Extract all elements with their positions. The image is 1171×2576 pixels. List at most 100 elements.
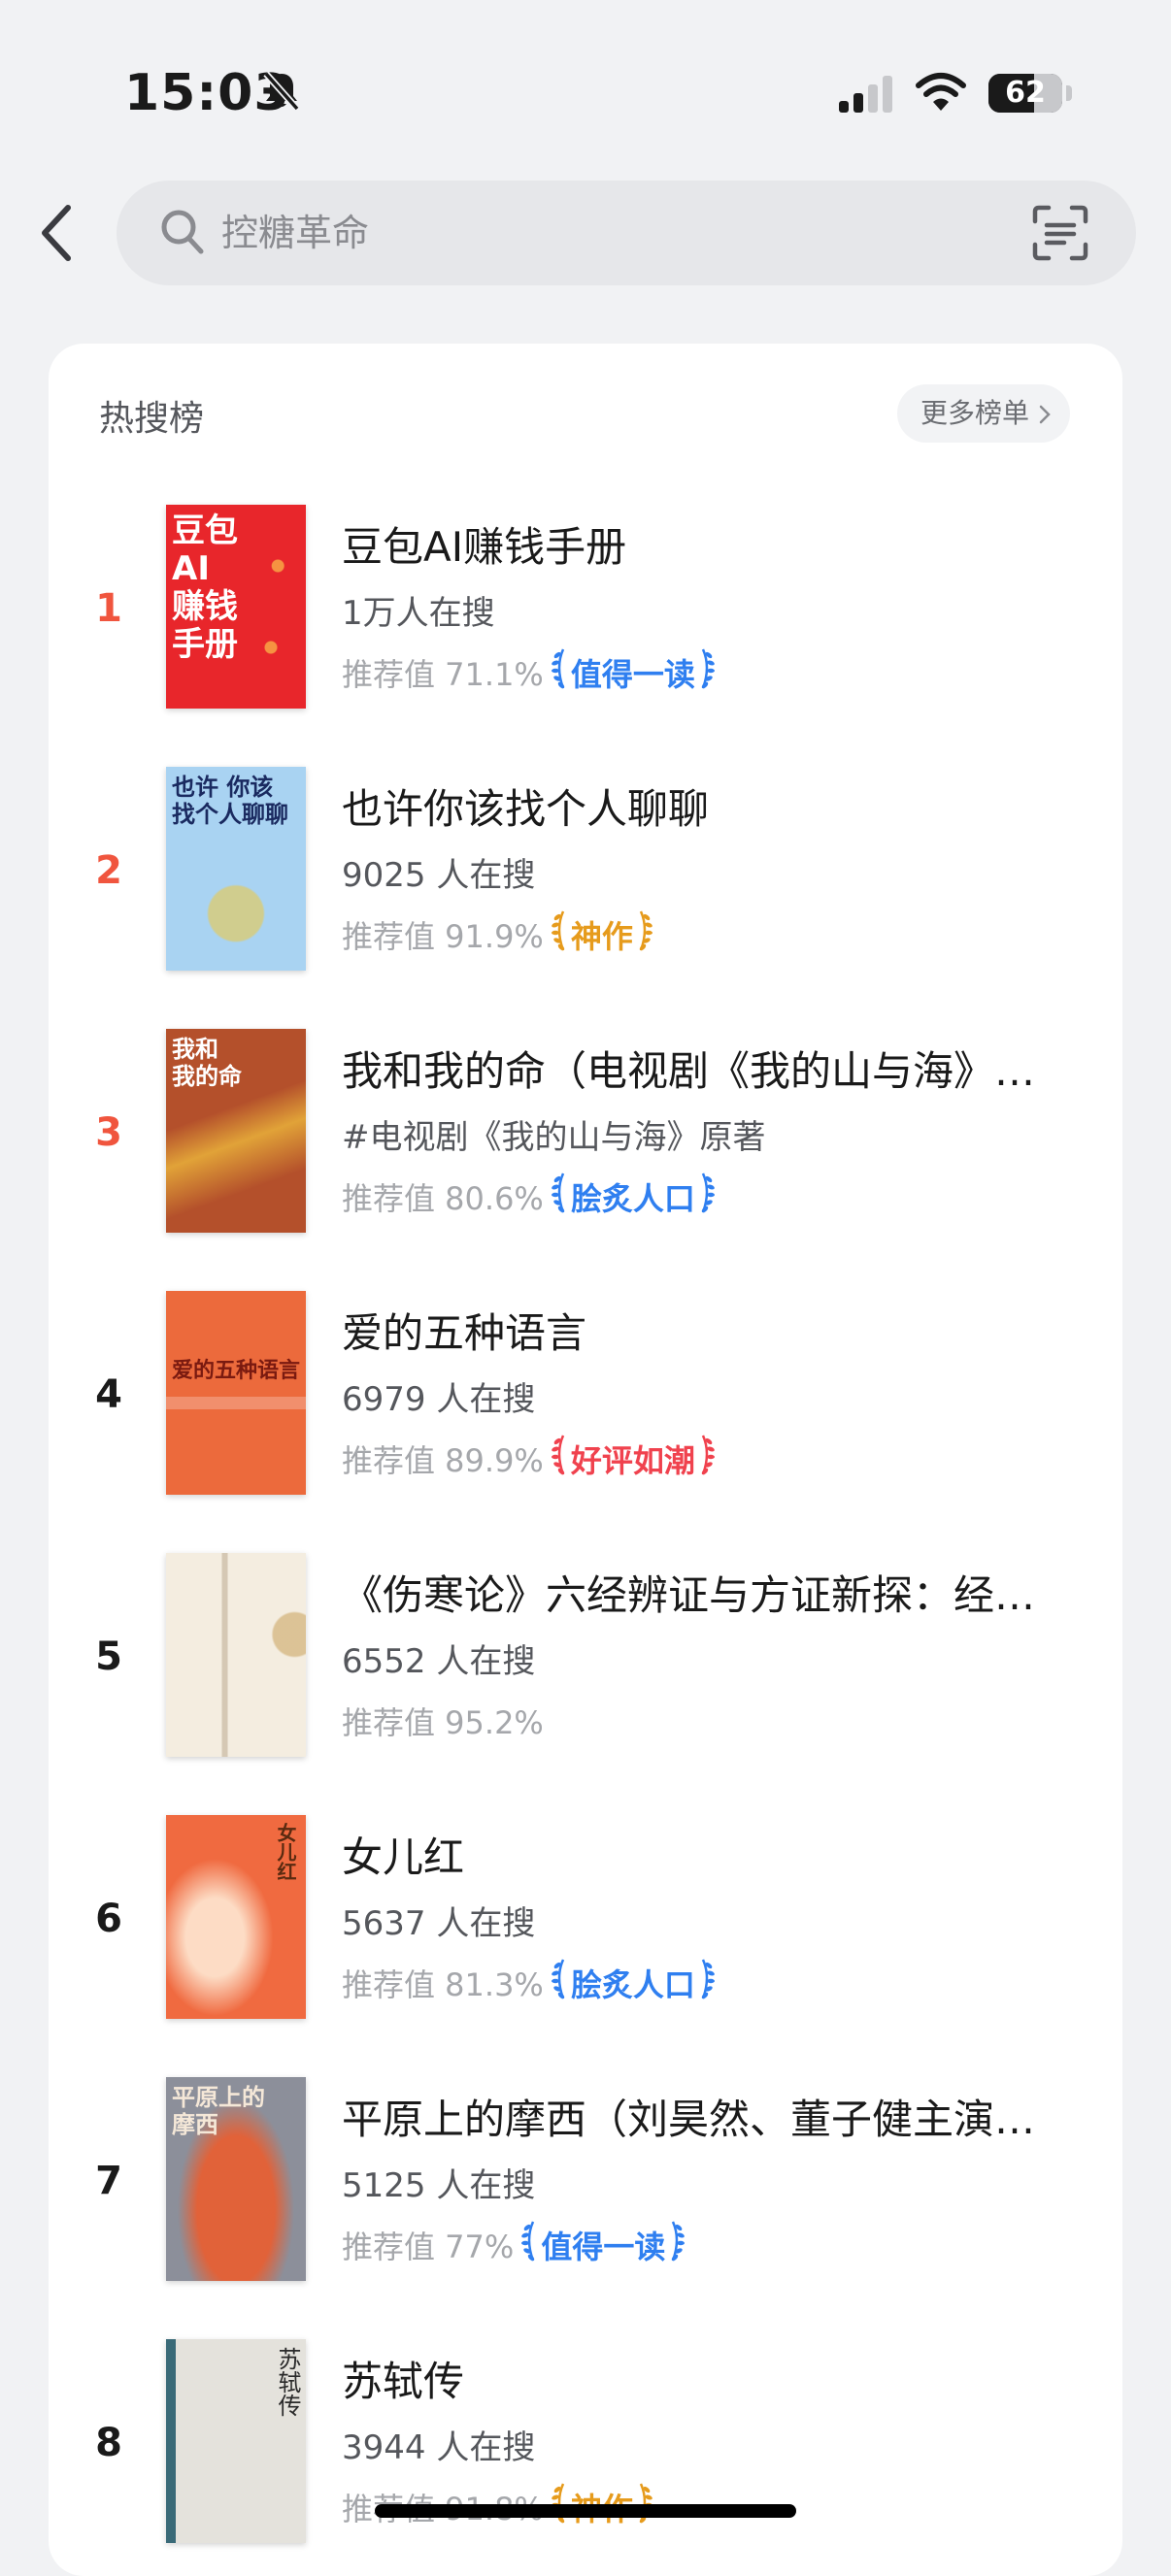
battery-cap: [1066, 85, 1072, 101]
book-title: 《伤寒论》六经辨证与方证新探：经…: [342, 1571, 1036, 1619]
book-score: 推荐值 80.6%: [342, 1180, 544, 1217]
book-badge: 神作: [550, 908, 654, 962]
book-score: 推荐值 89.9%: [342, 1442, 544, 1479]
rank-number: 8: [95, 2421, 122, 2465]
book-cover-text: 爱的五种语言: [172, 1359, 301, 1383]
badge-label: 脍炙人口: [570, 1180, 695, 1217]
book-cover[interactable]: 平原上的 摩西: [166, 2077, 306, 2281]
rank-item[interactable]: 5 《伤寒论》六经辨证与方证新探：经… 6552 人在搜 推荐值 95.2%: [49, 1553, 1122, 1776]
laurel-left-icon: [550, 1432, 571, 1486]
book-cover-text: 也许 你该 找个人聊聊: [172, 774, 288, 828]
book-score: 推荐值 77%: [342, 2229, 515, 2265]
laurel-left-icon: [519, 2218, 541, 2272]
rank-item[interactable]: 8苏轼传苏轼传3944 人在搜推荐值 91.8%神作: [49, 2339, 1122, 2562]
rank-item[interactable]: 6 女儿红 女儿红 5637 人在搜 推荐值 81.3% 脍炙人口: [49, 1815, 1122, 2038]
book-search-count: 5637 人在搜: [342, 1904, 536, 1943]
book-title: 也许你该找个人聊聊: [342, 785, 710, 833]
rank-item[interactable]: 1 豆包 AI 赚钱 手册 豆包AI赚钱手册 1万人在搜推荐值 71.1% 值得一读: [49, 505, 1122, 728]
book-title: 女儿红: [342, 1833, 465, 1881]
book-title: 苏轼传: [342, 2358, 465, 2405]
book-score: 推荐值 91.9%: [342, 918, 544, 955]
laurel-left-icon: [550, 645, 571, 700]
status-bar: 15:03 62: [0, 0, 1171, 184]
battery-indicator: 62: [988, 74, 1062, 113]
scan-icon[interactable]: [1031, 204, 1089, 266]
laurel-right-icon: [633, 908, 654, 962]
badge-label: 神作: [570, 918, 633, 955]
wifi-icon: [915, 72, 967, 116]
book-badge: 好评如潮: [550, 1432, 717, 1486]
book-cover-text: 女儿红: [274, 1823, 297, 1881]
more-lists-label: 更多榜单: [920, 397, 1029, 429]
book-cover[interactable]: 也许 你该 找个人聊聊: [166, 767, 306, 971]
book-cover[interactable]: 女儿红: [166, 1815, 306, 2019]
book-cover[interactable]: 我和 我的命: [166, 1029, 306, 1233]
search-input[interactable]: [221, 181, 998, 285]
home-indicator: [375, 2504, 796, 2518]
more-lists-button[interactable]: 更多榜单: [896, 384, 1070, 443]
book-title: 平原上的摩西（刘昊然、董子健主演…: [342, 2096, 1036, 2143]
laurel-left-icon: [550, 908, 571, 962]
laurel-right-icon: [665, 2218, 686, 2272]
badge-label: 好评如潮: [570, 1442, 695, 1479]
back-button[interactable]: [29, 194, 84, 272]
book-score-row: 推荐值 95.2%: [342, 1697, 544, 1745]
rank-item[interactable]: 3 我和 我的命 我和我的命（电视剧《我的山与海》… #电视剧《我的山与海》原著 推荐值…: [49, 1029, 1122, 1252]
book-cover[interactable]: 苏轼传: [166, 2339, 306, 2543]
book-score: 推荐值 95.2%: [342, 1704, 544, 1741]
book-score-row: 推荐值 81.3% 脍炙人口: [342, 1959, 717, 2007]
book-cover-text: 苏轼传: [274, 2347, 301, 2417]
book-search-count: 6552 人在搜: [342, 1642, 536, 1681]
book-search-count: #电视剧《我的山与海》原著: [342, 1118, 766, 1157]
book-cover[interactable]: 豆包 AI 赚钱 手册: [166, 505, 306, 709]
laurel-right-icon: [695, 645, 717, 700]
rank-item[interactable]: 4 爱的五种语言 爱的五种语言 6979 人在搜 推荐值 89.9% 好评如潮: [49, 1291, 1122, 1514]
rank-item[interactable]: 7 平原上的 摩西 平原上的摩西（刘昊然、董子健主演… 5125 人在搜 推荐值 77%…: [49, 2077, 1122, 2300]
book-cover-text: 平原上的 摩西: [172, 2084, 265, 2138]
book-score-row: 推荐值 80.6% 脍炙人口: [342, 1172, 717, 1221]
book-badge: 值得一读: [550, 645, 717, 700]
book-cover-text: 豆包 AI 赚钱 手册: [172, 512, 238, 665]
book-cover-text: 我和 我的命: [172, 1036, 242, 1090]
book-search-count: 3944 人在搜: [342, 2428, 536, 2467]
book-score: 推荐值 71.1%: [342, 656, 544, 693]
search-icon: [159, 208, 206, 262]
badge-label: 值得一读: [541, 2229, 666, 2265]
laurel-right-icon: [695, 1170, 717, 1224]
book-cover-art: [166, 1291, 306, 1495]
battery-percent: 62: [1005, 76, 1046, 110]
rank-number: 6: [95, 1897, 122, 1941]
book-score-row: 推荐值 77% 值得一读: [342, 2221, 686, 2269]
book-score: 推荐值 81.3%: [342, 1966, 544, 2003]
chevron-right-icon: [1039, 405, 1051, 424]
book-title: 爱的五种语言: [342, 1309, 587, 1357]
book-search-count: 6979 人在搜: [342, 1380, 536, 1419]
rank-number: 2: [95, 848, 122, 893]
book-search-count: 1万人在搜: [342, 594, 495, 633]
book-cover[interactable]: [166, 1553, 306, 1757]
signal-icon: [839, 76, 895, 116]
book-cover-art: [166, 1553, 306, 1757]
book-badge: 脍炙人口: [550, 1956, 717, 2010]
book-search-count: 9025 人在搜: [342, 856, 536, 895]
laurel-right-icon: [695, 1956, 717, 2010]
book-title: 豆包AI赚钱手册: [342, 523, 627, 571]
laurel-right-icon: [695, 1432, 717, 1486]
laurel-left-icon: [550, 1956, 571, 2010]
book-score-row: 推荐值 71.1% 值得一读: [342, 648, 717, 697]
rank-number: 4: [95, 1372, 122, 1417]
back-chevron-icon: [42, 205, 71, 261]
book-search-count: 5125 人在搜: [342, 2166, 536, 2205]
search-bar[interactable]: [117, 181, 1136, 285]
hot-list-title: 热搜榜: [99, 399, 205, 439]
rank-item[interactable]: 2 也许 你该 找个人聊聊 也许你该找个人聊聊 9025 人在搜 推荐值 91.9% 神作: [49, 767, 1122, 990]
laurel-left-icon: [550, 1170, 571, 1224]
rank-number: 1: [95, 586, 122, 631]
bell-off-icon: [262, 70, 301, 116]
book-badge: 值得一读: [519, 2218, 686, 2272]
book-badge: 脍炙人口: [550, 1170, 717, 1224]
rank-number: 7: [95, 2159, 122, 2203]
book-cover[interactable]: 爱的五种语言: [166, 1291, 306, 1495]
badge-label: 值得一读: [570, 656, 695, 693]
book-score-row: 推荐值 89.9% 好评如潮: [342, 1435, 717, 1483]
